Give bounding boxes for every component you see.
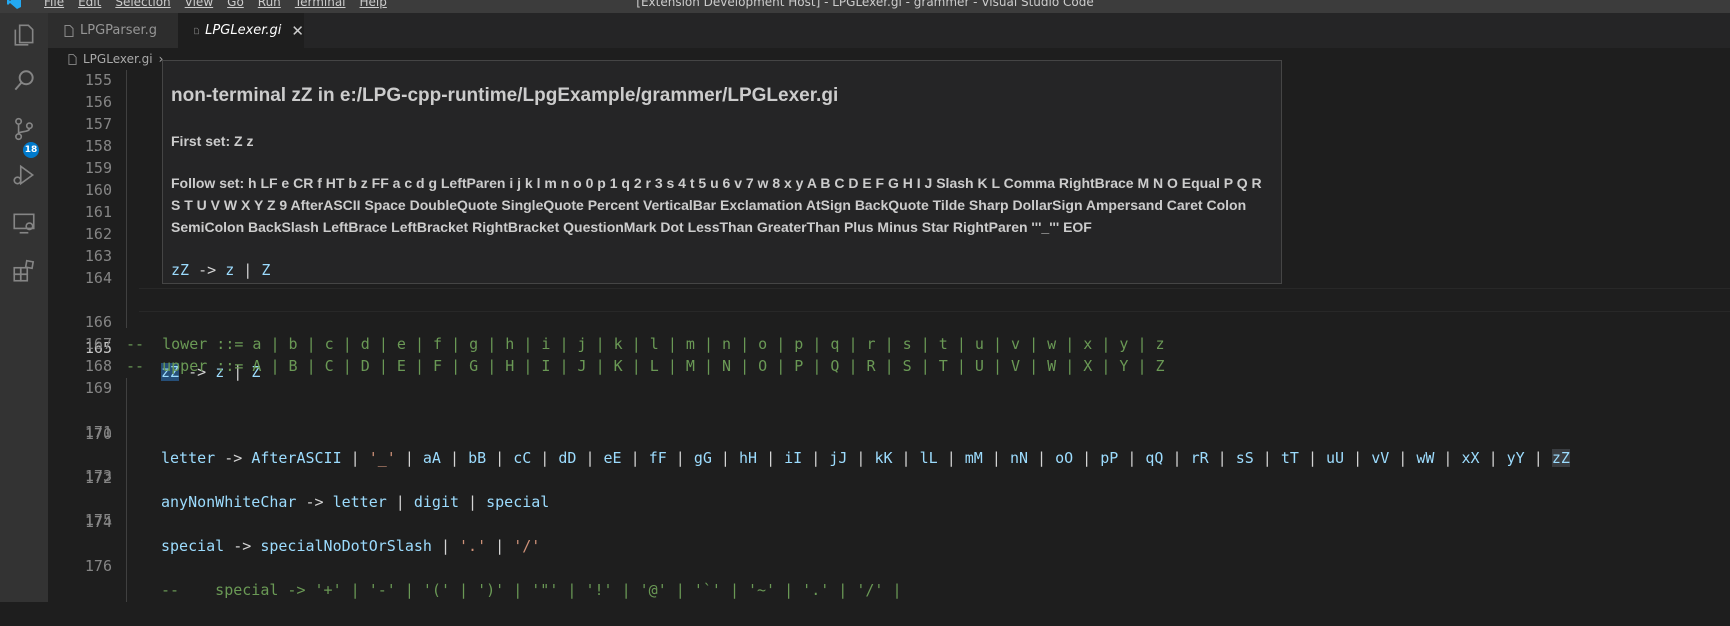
code-text: -- special -> '+' | '-' | '(' | ')' | '"…	[161, 581, 902, 599]
tab-lpgparser[interactable]: LPGParser.g	[48, 13, 178, 48]
source-control-icon[interactable]	[8, 113, 40, 145]
explorer-icon[interactable]	[8, 19, 40, 51]
title-bar: File Edit Selection View Go Run Terminal…	[0, 0, 1730, 13]
tab-bar: LPGParser.g LPGLexer.gi ✕	[48, 13, 1730, 48]
hover-follow-set: Follow set: h LF e CR f HT b z FF a c d …	[171, 175, 1262, 235]
code-text: -- upper ::= A | B | C | D | E | F | G |…	[126, 357, 1165, 375]
window-title: [Extension Development Host] - LPGLexer.…	[636, 0, 1094, 9]
current-line-highlight	[139, 288, 1730, 312]
code-line: 166	[84, 313, 112, 331]
code-text: -- lower ::= a | b | c | d | e | f | g |…	[126, 335, 1165, 353]
run-debug-icon[interactable]	[8, 159, 40, 191]
breadcrumb-file[interactable]: LPGLexer.gi	[83, 52, 153, 66]
hover-first-set: First set: Z z	[171, 133, 254, 149]
remote-explorer-icon[interactable]	[8, 207, 40, 239]
search-icon[interactable]	[8, 65, 40, 97]
code-line: 171	[84, 423, 112, 441]
code-line: 176 -- special -> '+' | '-' | '(' | ')' …	[48, 530, 1730, 599]
code-line: 175	[84, 511, 112, 529]
file-icon	[64, 24, 74, 37]
code-line: 169	[84, 379, 112, 397]
hover-tooltip: non-terminal zZ in e:/LPG-cpp-runtime/Lp…	[162, 60, 1282, 284]
tab-label: LPGParser.g	[80, 23, 158, 38]
tab-lpglexer[interactable]: LPGLexer.gi ✕	[178, 13, 304, 48]
source-control-badge: 18	[23, 142, 39, 158]
code-line: 167 -- lower ::= a | b | c | d | e | f | …	[48, 332, 1730, 356]
hover-rule: zZ -> z | Z	[171, 261, 271, 279]
code-line: 173	[84, 467, 112, 485]
tab-label: LPGLexer.gi	[205, 23, 282, 38]
hover-title: non-terminal zZ in e:/LPG-cpp-runtime/Lp…	[171, 85, 839, 106]
code-line: 172 anyNonWhiteChar -> letter | digit | …	[48, 442, 1730, 511]
file-icon	[194, 27, 199, 34]
close-icon[interactable]: ✕	[291, 22, 304, 40]
code-line: 168 -- upper ::= A | B | C | D | E | F | …	[48, 354, 1730, 378]
file-icon	[68, 53, 77, 65]
activity-bar: 18	[0, 13, 48, 602]
code-line: 174 special -> specialNoDotOrSlash | '.'…	[48, 486, 1730, 555]
extensions-icon[interactable]	[8, 255, 40, 287]
code-line: 170 letter -> AfterASCII | '_' | aA | bB…	[48, 398, 1730, 467]
code-line-current: 165 zZ -> z | Z	[48, 288, 1730, 381]
